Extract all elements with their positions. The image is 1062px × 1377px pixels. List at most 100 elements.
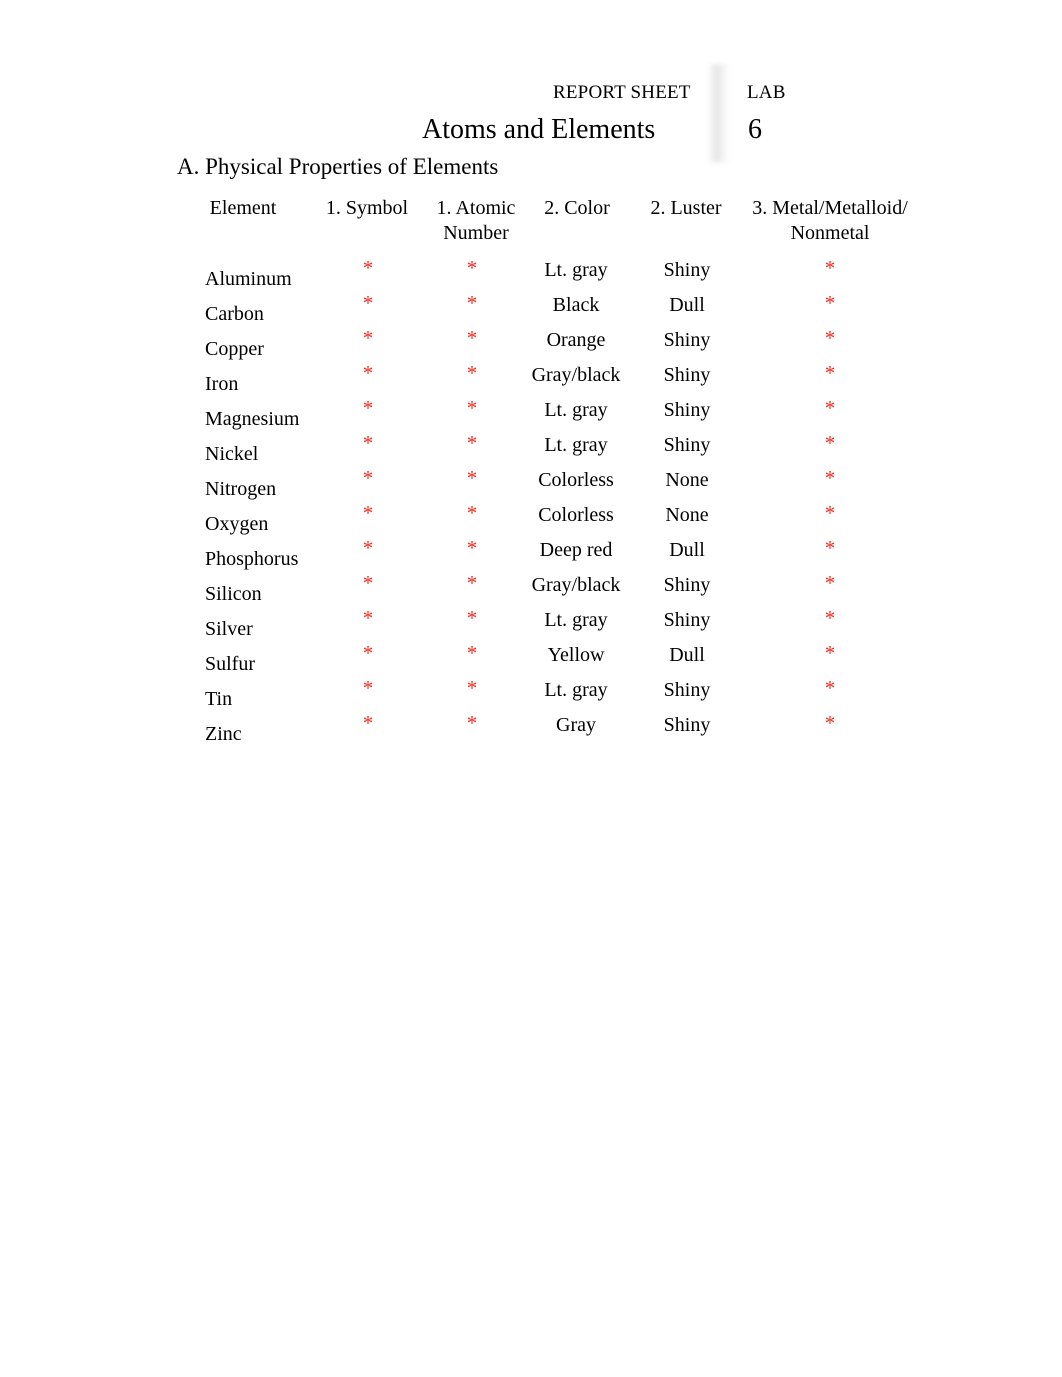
cell-atomic-number-blank[interactable]: * [418, 362, 526, 384]
cell-color: Lt. gray [544, 259, 608, 281]
cell-symbol-blank[interactable]: * [313, 677, 423, 699]
cell-color: Gray/black [531, 574, 621, 596]
cell-classification-blank[interactable]: * [742, 537, 918, 559]
page-title: Atoms and Elements [422, 114, 656, 145]
cell-element-name: Tin [205, 688, 233, 710]
cell-atomic-number-blank[interactable]: * [418, 607, 526, 629]
cell-element-name: Oxygen [205, 513, 269, 535]
cell-symbol-blank[interactable]: * [313, 537, 423, 559]
table-row: Phosphorus * * Deep red Dull * [0, 534, 1062, 570]
cell-atomic-number-blank[interactable]: * [418, 327, 526, 349]
cell-color: Yellow [547, 644, 605, 666]
cell-symbol-blank[interactable]: * [313, 467, 423, 489]
cell-symbol-blank[interactable]: * [313, 292, 423, 314]
cell-luster: Shiny [663, 609, 711, 631]
cell-atomic-number-blank[interactable]: * [418, 537, 526, 559]
cell-symbol-blank[interactable]: * [313, 397, 423, 419]
cell-symbol-blank[interactable]: * [313, 432, 423, 454]
cell-luster: Shiny [663, 399, 711, 421]
cell-classification-blank[interactable]: * [742, 502, 918, 524]
cell-element-name: Phosphorus [205, 548, 299, 570]
cell-symbol-blank[interactable]: * [313, 502, 423, 524]
cell-atomic-number-blank[interactable]: * [418, 642, 526, 664]
report-header: REPORT SHEET LAB Atoms and Elements 6 [0, 64, 1062, 162]
table-row: Silver * * Lt. gray Shiny * [0, 604, 1062, 640]
cell-element-name: Copper [205, 338, 264, 360]
column-header-element: Element [209, 197, 277, 219]
cell-atomic-number-blank[interactable]: * [418, 502, 526, 524]
table-row: Iron * * Gray/black Shiny * [0, 359, 1062, 395]
table-row: Sulfur * * Yellow Dull * [0, 639, 1062, 675]
cell-luster: Shiny [663, 679, 711, 701]
cell-symbol-blank[interactable]: * [313, 642, 423, 664]
cell-classification-blank[interactable]: * [742, 292, 918, 314]
document-page: REPORT SHEET LAB Atoms and Elements 6 A.… [0, 0, 1062, 1377]
cell-classification-blank[interactable]: * [742, 712, 918, 734]
section-heading: A. Physical Properties of Elements [177, 154, 499, 179]
properties-table: Element 1. Symbol 1. Atomic Number 2. Co… [0, 196, 1062, 745]
cell-luster: Shiny [663, 574, 711, 596]
cell-classification-blank[interactable]: * [742, 467, 918, 489]
table-row: Zinc * * Gray Shiny * [0, 709, 1062, 745]
cell-classification-blank[interactable]: * [742, 257, 918, 279]
cell-element-name: Iron [205, 373, 239, 395]
cell-classification-blank[interactable]: * [742, 677, 918, 699]
cell-symbol-blank[interactable]: * [313, 362, 423, 384]
cell-classification-blank[interactable]: * [742, 572, 918, 594]
cell-color: Deep red [539, 539, 613, 561]
cell-atomic-number-blank[interactable]: * [418, 257, 526, 279]
cell-color: Lt. gray [544, 609, 608, 631]
cell-luster: Shiny [663, 714, 711, 736]
table-row: Nickel * * Lt. gray Shiny * [0, 429, 1062, 465]
cell-atomic-number-blank[interactable]: * [418, 467, 526, 489]
cell-symbol-blank[interactable]: * [313, 327, 423, 349]
cell-luster: Shiny [663, 329, 711, 351]
cell-color: Lt. gray [544, 679, 608, 701]
cell-element-name: Aluminum [205, 268, 292, 290]
column-header-luster: 2. Luster [650, 197, 722, 219]
cell-atomic-number-blank[interactable]: * [418, 292, 526, 314]
cell-classification-blank[interactable]: * [742, 362, 918, 384]
cell-color: Colorless [538, 469, 614, 491]
cell-symbol-blank[interactable]: * [313, 712, 423, 734]
cell-classification-blank[interactable]: * [742, 397, 918, 419]
cell-atomic-number-blank[interactable]: * [418, 572, 526, 594]
table-row: Oxygen * * Colorless None * [0, 499, 1062, 535]
column-header-symbol: 1. Symbol [325, 197, 409, 219]
cell-classification-blank[interactable]: * [742, 327, 918, 349]
cell-element-name: Silicon [205, 583, 262, 605]
cell-luster: None [665, 504, 709, 526]
cell-color: Lt. gray [544, 434, 608, 456]
cell-atomic-number-blank[interactable]: * [418, 397, 526, 419]
cell-luster: None [665, 469, 709, 491]
cell-element-name: Carbon [205, 303, 264, 325]
table-row: Copper * * Orange Shiny * [0, 324, 1062, 360]
cell-classification-blank[interactable]: * [742, 642, 918, 664]
cell-color: Black [552, 294, 600, 316]
table-row: Aluminum * * Lt. gray Shiny * [0, 254, 1062, 290]
cell-luster: Shiny [663, 259, 711, 281]
cell-classification-blank[interactable]: * [742, 607, 918, 629]
cell-color: Gray [556, 714, 596, 736]
cell-color: Colorless [538, 504, 614, 526]
table-row: Tin * * Lt. gray Shiny * [0, 674, 1062, 710]
cell-element-name: Zinc [205, 723, 242, 745]
table-row: Silicon * * Gray/black Shiny * [0, 569, 1062, 605]
cell-color: Gray/black [531, 364, 621, 386]
report-sheet-label: REPORT SHEET [553, 82, 691, 103]
cell-symbol-blank[interactable]: * [313, 257, 423, 279]
cell-atomic-number-blank[interactable]: * [418, 677, 526, 699]
cell-atomic-number-blank[interactable]: * [418, 712, 526, 734]
cell-luster: Shiny [663, 434, 711, 456]
lab-label: LAB [747, 82, 786, 103]
cell-color: Lt. gray [544, 399, 608, 421]
cell-luster: Dull [669, 294, 705, 316]
cell-atomic-number-blank[interactable]: * [418, 432, 526, 454]
cell-element-name: Magnesium [205, 408, 300, 430]
cell-symbol-blank[interactable]: * [313, 572, 423, 594]
table-row: Magnesium * * Lt. gray Shiny * [0, 394, 1062, 430]
column-header-classification: 3. Metal/Metalloid/ Nonmetal [752, 197, 908, 244]
cell-element-name: Nickel [205, 443, 259, 465]
cell-symbol-blank[interactable]: * [313, 607, 423, 629]
cell-classification-blank[interactable]: * [742, 432, 918, 454]
